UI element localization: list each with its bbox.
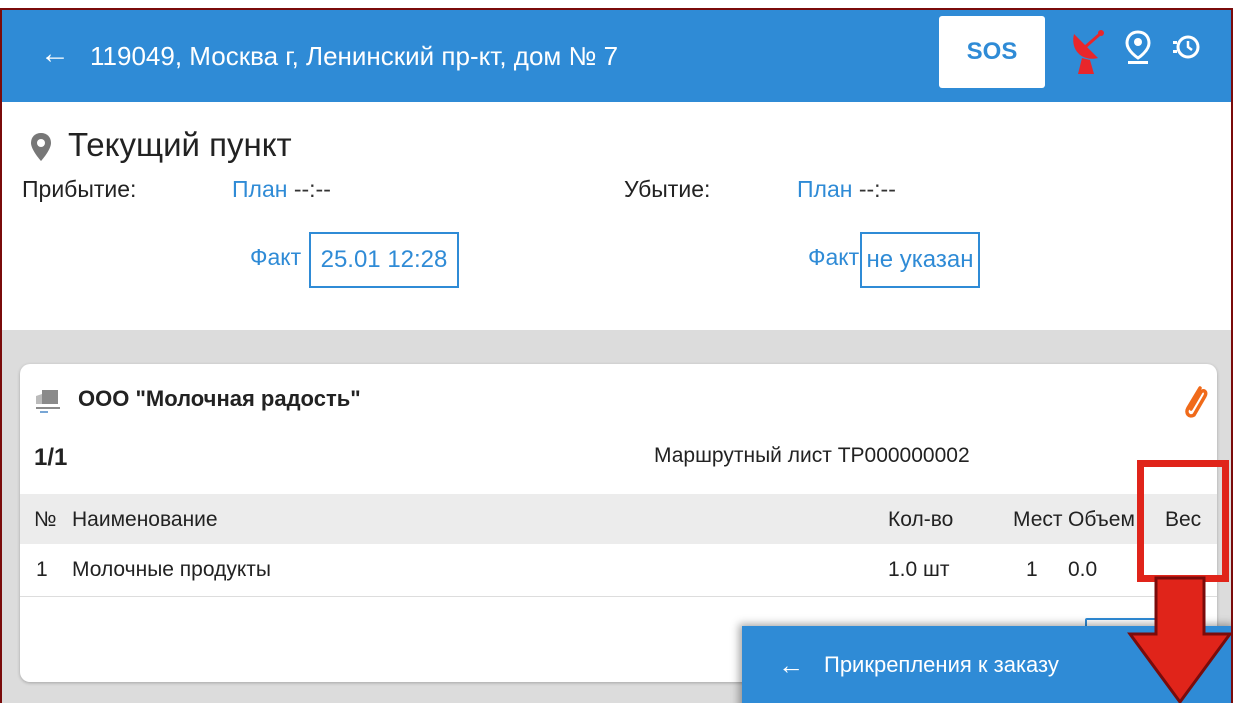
delivery-truck-icon bbox=[34, 386, 62, 421]
satellite-dish-icon[interactable] bbox=[1068, 28, 1108, 81]
sos-button[interactable]: SOS bbox=[939, 16, 1045, 88]
row-volume: 0.0 bbox=[1068, 558, 1098, 581]
departure-fact-label: Факт bbox=[808, 244, 860, 270]
organization-name: ООО "Молочная радость" bbox=[78, 386, 361, 411]
paperclip-icon[interactable] bbox=[1180, 382, 1210, 427]
order-counter: 1/1 bbox=[34, 444, 68, 471]
col-number: № bbox=[34, 508, 57, 531]
col-places: Мест bbox=[1013, 508, 1063, 531]
app-bar: ← 119049, Москва г, Ленинский пр-кт, дом… bbox=[2, 10, 1231, 102]
history-icon[interactable] bbox=[1172, 32, 1202, 67]
attachments-sheet-title: Прикрепления к заказу bbox=[824, 652, 1059, 677]
table-row[interactable]: 1 Молочные продукты 1.0 шт 1 0.0 bbox=[20, 544, 1217, 597]
departure-fact-field[interactable]: не указан bbox=[860, 232, 980, 288]
arrow-back-icon[interactable]: ← bbox=[778, 650, 804, 681]
row-name: Молочные продукты bbox=[72, 558, 271, 581]
table-header: № Наименование Кол-во Мест Объем Вес bbox=[20, 494, 1217, 544]
row-quantity: 1.0 шт bbox=[888, 558, 950, 581]
current-point-section: Текущий пункт Прибытие: План --:-- Факт … bbox=[2, 102, 1231, 330]
arrow-back-icon[interactable]: ← bbox=[40, 34, 70, 74]
col-name: Наименование bbox=[72, 508, 218, 531]
weight-column-highlight bbox=[1137, 460, 1229, 582]
route-sheet-label: Маршрутный лист ТР000000002 bbox=[654, 444, 970, 467]
address-title: 119049, Москва г, Ленинский пр-кт, дом №… bbox=[90, 41, 619, 71]
person-pin-icon[interactable] bbox=[1124, 30, 1152, 71]
col-volume: Объем bbox=[1068, 508, 1135, 531]
location-pin-icon bbox=[30, 132, 52, 167]
device-screen: ← 119049, Москва г, Ленинский пр-кт, дом… bbox=[0, 8, 1233, 703]
arrival-plan: План --:-- bbox=[232, 176, 331, 203]
row-number: 1 bbox=[36, 558, 48, 581]
col-quantity: Кол-во bbox=[888, 508, 954, 531]
down-arrow-annotation-icon bbox=[1126, 576, 1231, 703]
current-point-title: Текущий пункт bbox=[68, 126, 292, 163]
departure-plan: План --:-- bbox=[797, 176, 896, 203]
departure-label: Убытие: bbox=[624, 176, 711, 202]
arrival-label: Прибытие: bbox=[22, 176, 137, 202]
arrival-plan-label: План bbox=[232, 176, 288, 202]
departure-plan-value: --:-- bbox=[858, 176, 896, 202]
departure-plan-label: План bbox=[797, 176, 853, 202]
arrival-plan-value: --:-- bbox=[293, 176, 331, 202]
arrival-fact-field[interactable]: 25.01 12:28 bbox=[309, 232, 459, 288]
arrival-fact-label: Факт bbox=[250, 244, 302, 270]
row-places: 1 bbox=[1026, 558, 1038, 581]
